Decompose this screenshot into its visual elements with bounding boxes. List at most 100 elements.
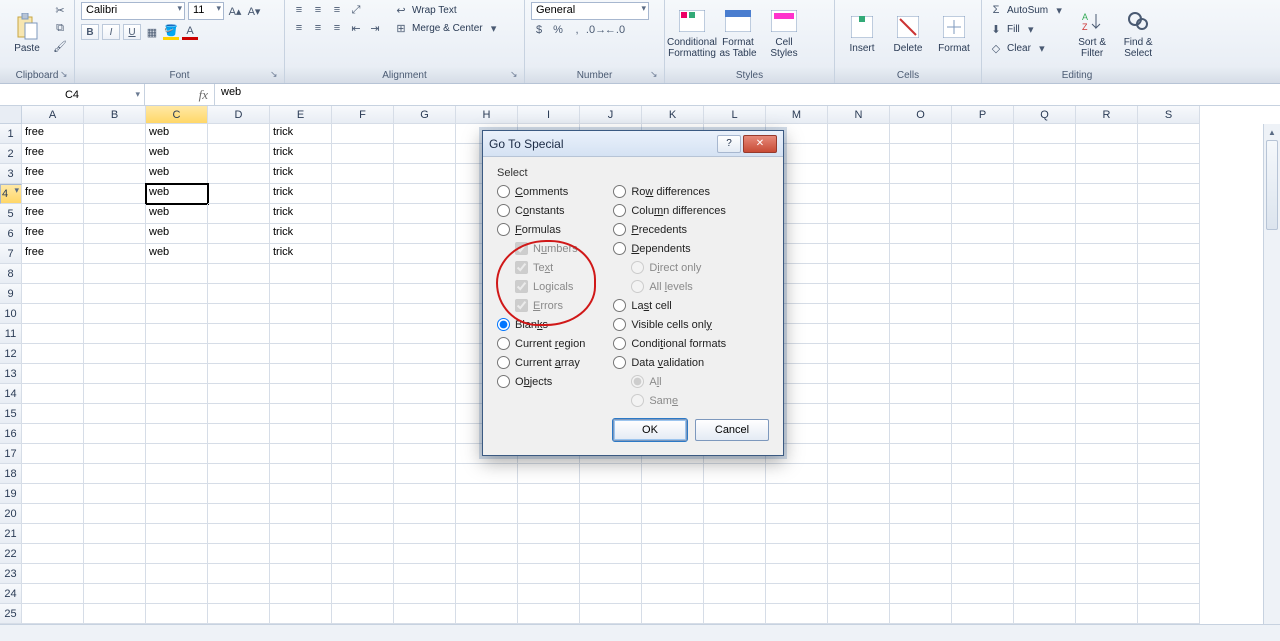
cell[interactable]	[704, 524, 766, 544]
find-select-button[interactable]: Find & Select	[1117, 2, 1159, 64]
cut-icon[interactable]: ✂	[52, 2, 68, 18]
cell[interactable]	[766, 604, 828, 624]
column-header[interactable]: J	[580, 106, 642, 124]
fill-color-icon[interactable]: 🪣	[163, 24, 179, 40]
cell[interactable]	[1076, 544, 1138, 564]
cell[interactable]: web	[146, 144, 208, 164]
cell[interactable]	[270, 604, 332, 624]
row-header[interactable]: 14	[0, 384, 22, 404]
cell[interactable]	[146, 504, 208, 524]
cell[interactable]	[1076, 124, 1138, 144]
cell[interactable]	[394, 304, 456, 324]
font-color-icon[interactable]: A	[182, 24, 198, 40]
option-coldiff[interactable]: Column differences	[613, 204, 726, 217]
cell[interactable]	[952, 364, 1014, 384]
cell[interactable]	[890, 324, 952, 344]
cell[interactable]	[952, 404, 1014, 424]
delete-button[interactable]: Delete	[887, 2, 929, 64]
cell[interactable]	[84, 544, 146, 564]
cell[interactable]	[84, 564, 146, 584]
cell[interactable]	[84, 344, 146, 364]
cell[interactable]	[1014, 484, 1076, 504]
merge-center-button[interactable]: ⊞Merge & Center▾	[393, 20, 502, 36]
cell[interactable]	[890, 484, 952, 504]
cell[interactable]	[1014, 444, 1076, 464]
radio-dependent[interactable]	[613, 242, 626, 255]
column-header[interactable]: R	[1076, 106, 1138, 124]
row-header[interactable]: 24	[0, 584, 22, 604]
cell[interactable]	[146, 384, 208, 404]
cell[interactable]	[270, 444, 332, 464]
dialog-launcher-icon[interactable]: ↘	[510, 69, 522, 81]
cell[interactable]	[890, 184, 952, 204]
cell[interactable]	[828, 404, 890, 424]
cell[interactable]	[1014, 524, 1076, 544]
cell[interactable]: trick	[270, 244, 332, 264]
cell[interactable]	[952, 324, 1014, 344]
option-precedent[interactable]: Precedents	[613, 223, 726, 236]
cell[interactable]	[208, 564, 270, 584]
option-condfmt[interactable]: Conditional formats	[613, 337, 726, 350]
option-visible[interactable]: Visible cells only	[613, 318, 726, 331]
cell[interactable]	[84, 304, 146, 324]
cell[interactable]	[394, 144, 456, 164]
fill-button[interactable]: ⬇Fill▾	[988, 21, 1067, 37]
cell[interactable]	[1014, 284, 1076, 304]
radio-precedent[interactable]	[613, 223, 626, 236]
cell[interactable]	[952, 384, 1014, 404]
row-header[interactable]: 13	[0, 364, 22, 384]
cell[interactable]	[952, 164, 1014, 184]
radio-rowdiff[interactable]	[613, 185, 626, 198]
cell[interactable]	[394, 244, 456, 264]
cell[interactable]	[1138, 204, 1200, 224]
cell[interactable]	[22, 324, 84, 344]
cell[interactable]	[270, 484, 332, 504]
cell[interactable]	[332, 464, 394, 484]
orientation-icon[interactable]: ⤢	[348, 2, 364, 18]
cell[interactable]	[518, 484, 580, 504]
cell[interactable]	[332, 584, 394, 604]
cell[interactable]	[1076, 384, 1138, 404]
cell[interactable]	[828, 584, 890, 604]
cell[interactable]	[332, 244, 394, 264]
option-datavalid[interactable]: Data validation	[613, 356, 726, 369]
cell[interactable]	[580, 544, 642, 564]
cell[interactable]	[1014, 204, 1076, 224]
cell[interactable]	[828, 544, 890, 564]
cell[interactable]	[270, 264, 332, 284]
cell[interactable]	[208, 284, 270, 304]
radio-blanks[interactable]	[497, 318, 510, 331]
cell[interactable]	[890, 464, 952, 484]
cell[interactable]	[1138, 284, 1200, 304]
cell[interactable]	[208, 484, 270, 504]
cell[interactable]	[1014, 264, 1076, 284]
cell[interactable]	[208, 344, 270, 364]
cell[interactable]: web	[146, 124, 208, 144]
cell[interactable]	[1138, 384, 1200, 404]
row-header[interactable]: 22	[0, 544, 22, 564]
cell[interactable]	[828, 444, 890, 464]
cell[interactable]	[766, 584, 828, 604]
cell[interactable]	[208, 464, 270, 484]
column-header[interactable]: C	[146, 106, 208, 124]
cell[interactable]	[1138, 264, 1200, 284]
number-format-select[interactable]: General	[531, 2, 649, 20]
cell[interactable]	[146, 584, 208, 604]
cell[interactable]	[270, 304, 332, 324]
cell[interactable]	[1076, 224, 1138, 244]
cell[interactable]	[766, 544, 828, 564]
cell[interactable]	[642, 524, 704, 544]
cell[interactable]	[766, 464, 828, 484]
autosum-button[interactable]: ΣAutoSum▾	[988, 2, 1067, 18]
cell[interactable]	[1014, 384, 1076, 404]
cell[interactable]	[332, 324, 394, 344]
cell[interactable]	[890, 364, 952, 384]
cell[interactable]	[332, 444, 394, 464]
row-header[interactable]: 25	[0, 604, 22, 624]
cell[interactable]	[394, 124, 456, 144]
cell[interactable]	[1076, 264, 1138, 284]
fx-label[interactable]: fx	[145, 84, 215, 105]
cell[interactable]	[208, 204, 270, 224]
cell[interactable]	[828, 324, 890, 344]
cell[interactable]	[394, 424, 456, 444]
